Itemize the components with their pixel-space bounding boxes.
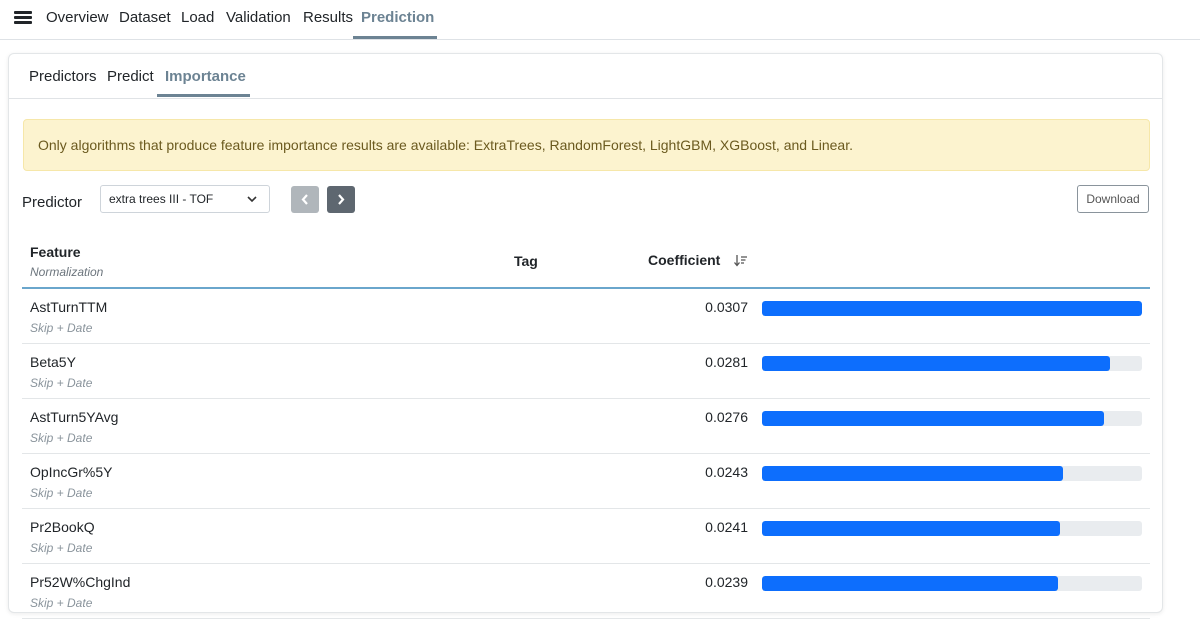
coefficient-value: 0.0307 [705,299,748,315]
feature-name: Beta5Y [30,354,76,370]
predictor-label: Predictor [22,194,83,211]
importance-bar [762,521,1061,536]
nav-results[interactable]: Results [303,0,353,39]
sub-tabs: Predictors Predict Importance [9,54,1162,99]
download-button[interactable]: Download [1077,185,1149,213]
feature-name: OpIncGr%5Y [30,464,113,480]
nav-active-indicator [353,36,437,39]
feature-name: Pr2BookQ [30,519,95,535]
tag-column-header[interactable]: Tag [514,253,538,269]
tab-predict[interactable]: Predict [107,68,154,85]
nav-dataset[interactable]: Dataset [119,0,171,39]
feature-name: Pr52W%ChgInd [30,574,131,590]
tab-importance[interactable]: Importance [165,68,246,85]
coefficient-value: 0.0239 [705,574,748,590]
importance-bar-track [762,356,1142,371]
importance-bar [762,411,1104,426]
feature-name: AstTurnTTM [30,299,108,315]
importance-card: Predictors Predict Importance Only algor… [8,53,1163,619]
sort-descending-icon[interactable] [734,255,748,267]
importance-bar-track [762,301,1142,316]
feature-normalization: Skip + Date [30,596,93,610]
coefficient-value: 0.0241 [705,519,748,535]
coefficient-value: 0.0276 [705,409,748,425]
previous-predictor-button[interactable] [291,186,319,213]
coefficient-value: 0.0243 [705,464,748,480]
feature-normalization: Skip + Date [30,541,93,555]
importance-bar-track [762,466,1142,481]
next-predictor-button[interactable] [327,186,355,213]
importance-bar-track [762,521,1142,536]
nav-prediction[interactable]: Prediction [361,0,434,39]
importance-bar [762,466,1063,481]
feature-normalization: Skip + Date [30,431,93,445]
predictor-select[interactable]: extra trees III - TOF [100,185,270,213]
table-row: AstTurn5YAvg Skip + Date 0.0276 [22,399,1150,454]
table-row: OpIncGr%5Y Skip + Date 0.0243 [22,454,1150,509]
feature-column-header[interactable]: Feature [30,244,81,260]
coefficient-column-header[interactable]: Coefficient [648,252,720,268]
importance-bar [762,576,1058,591]
menu-icon[interactable] [14,11,32,25]
normalization-column-header: Normalization [30,265,104,279]
importance-bar-track [762,576,1142,591]
feature-normalization: Skip + Date [30,376,93,390]
importance-bar-track [762,411,1142,426]
info-alert: Only algorithms that produce feature imp… [23,119,1150,171]
top-nav: Overview Dataset Load Validation Results… [0,0,1200,40]
predictor-select-value: extra trees III - TOF [109,192,214,206]
nav-overview[interactable]: Overview [46,0,109,39]
nav-load[interactable]: Load [181,0,214,39]
feature-normalization: Skip + Date [30,486,93,500]
table-row: AstTurnTTM Skip + Date 0.0307 [22,289,1150,344]
table-row: Pr2BookQ Skip + Date 0.0241 [22,509,1150,564]
chevron-right-icon [338,194,345,205]
coefficient-value: 0.0281 [705,354,748,370]
feature-normalization: Skip + Date [30,321,93,335]
table-row: Beta5Y Skip + Date 0.0281 [22,344,1150,399]
chevron-left-icon [301,194,308,205]
importance-bar [762,356,1110,371]
tab-predictors[interactable]: Predictors [29,68,97,85]
table-row: Pr52W%ChgInd Skip + Date 0.0239 [22,564,1150,619]
importance-bar [762,301,1142,316]
table-header: Feature Normalization Tag Coefficient [22,232,1150,289]
feature-name: AstTurn5YAvg [30,409,119,425]
tab-active-indicator [157,94,250,97]
nav-validation[interactable]: Validation [226,0,291,39]
chevron-down-icon [247,196,257,203]
